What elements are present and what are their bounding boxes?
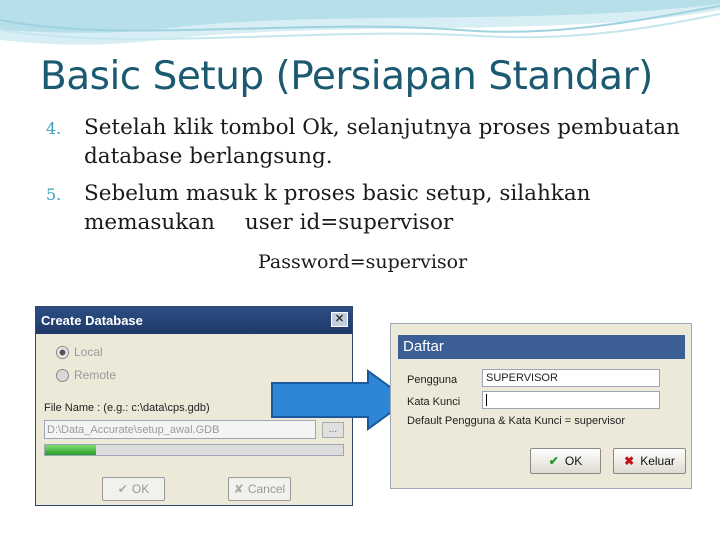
file-name-label: File Name : (e.g.: c:\data\cps.gdb) bbox=[44, 402, 210, 414]
progress-fill bbox=[45, 445, 96, 455]
bullet-list: 4. Setelah klik tombol Ok, selanjutnya p… bbox=[46, 113, 706, 245]
ok-label: OK bbox=[131, 482, 150, 496]
radio-local-label: Local bbox=[74, 345, 103, 359]
daftar-login-dialog: Daftar Pengguna SUPERVISOR Kata Kunci De… bbox=[390, 323, 692, 489]
close-icon[interactable]: ✕ bbox=[331, 312, 348, 327]
bullet-number: 4. bbox=[46, 119, 62, 138]
exit-label: Keluar bbox=[640, 454, 675, 468]
ok-button[interactable]: ✔ OK bbox=[530, 448, 601, 474]
dialog-header: Daftar bbox=[398, 335, 685, 359]
password-instruction: Password=supervisor bbox=[258, 251, 468, 273]
user-id-text: user id=supervisor bbox=[244, 210, 454, 235]
radio-unselected-icon bbox=[56, 369, 69, 383]
dialog-titlebar: Create Database ✕ bbox=[36, 307, 352, 334]
user-label: Pengguna bbox=[407, 374, 458, 386]
radio-local[interactable]: Local bbox=[56, 345, 103, 360]
cancel-icon: ✘ bbox=[233, 482, 244, 496]
dialog-title: Create Database bbox=[41, 313, 143, 328]
bullet-text: Setelah klik tombol Ok, selanjutnya pros… bbox=[84, 115, 680, 169]
password-input[interactable] bbox=[482, 391, 660, 409]
password-label: Kata Kunci bbox=[407, 396, 461, 408]
radio-selected-icon bbox=[56, 346, 69, 360]
radio-remote-label: Remote bbox=[74, 368, 117, 382]
user-input[interactable]: SUPERVISOR bbox=[482, 369, 660, 387]
ok-button[interactable]: ✔ OK bbox=[102, 477, 165, 501]
bullet-item-5: 5. Sebelum masuk k proses basic setup, s… bbox=[46, 179, 706, 237]
bullet-number: 5. bbox=[46, 185, 62, 204]
cancel-label: Cancel bbox=[247, 482, 286, 496]
cancel-button[interactable]: ✘ Cancel bbox=[228, 477, 291, 501]
default-credentials-note: Default Pengguna & Kata Kunci = supervis… bbox=[407, 415, 625, 427]
radio-remote[interactable]: Remote bbox=[56, 368, 117, 383]
header-wave-decoration bbox=[0, 0, 720, 45]
bullet-item-4: 4. Setelah klik tombol Ok, selanjutnya p… bbox=[46, 113, 706, 171]
check-icon: ✔ bbox=[548, 454, 559, 468]
creation-progress-bar bbox=[44, 444, 344, 456]
exit-button[interactable]: ✖ Keluar bbox=[613, 448, 686, 474]
slide-title: Basic Setup (Persiapan Standar) bbox=[40, 54, 653, 99]
right-arrow-icon bbox=[271, 369, 410, 431]
check-icon: ✔ bbox=[117, 482, 128, 496]
close-icon: ✖ bbox=[624, 454, 635, 468]
ok-label: OK bbox=[564, 454, 583, 468]
text-caret bbox=[486, 394, 487, 407]
